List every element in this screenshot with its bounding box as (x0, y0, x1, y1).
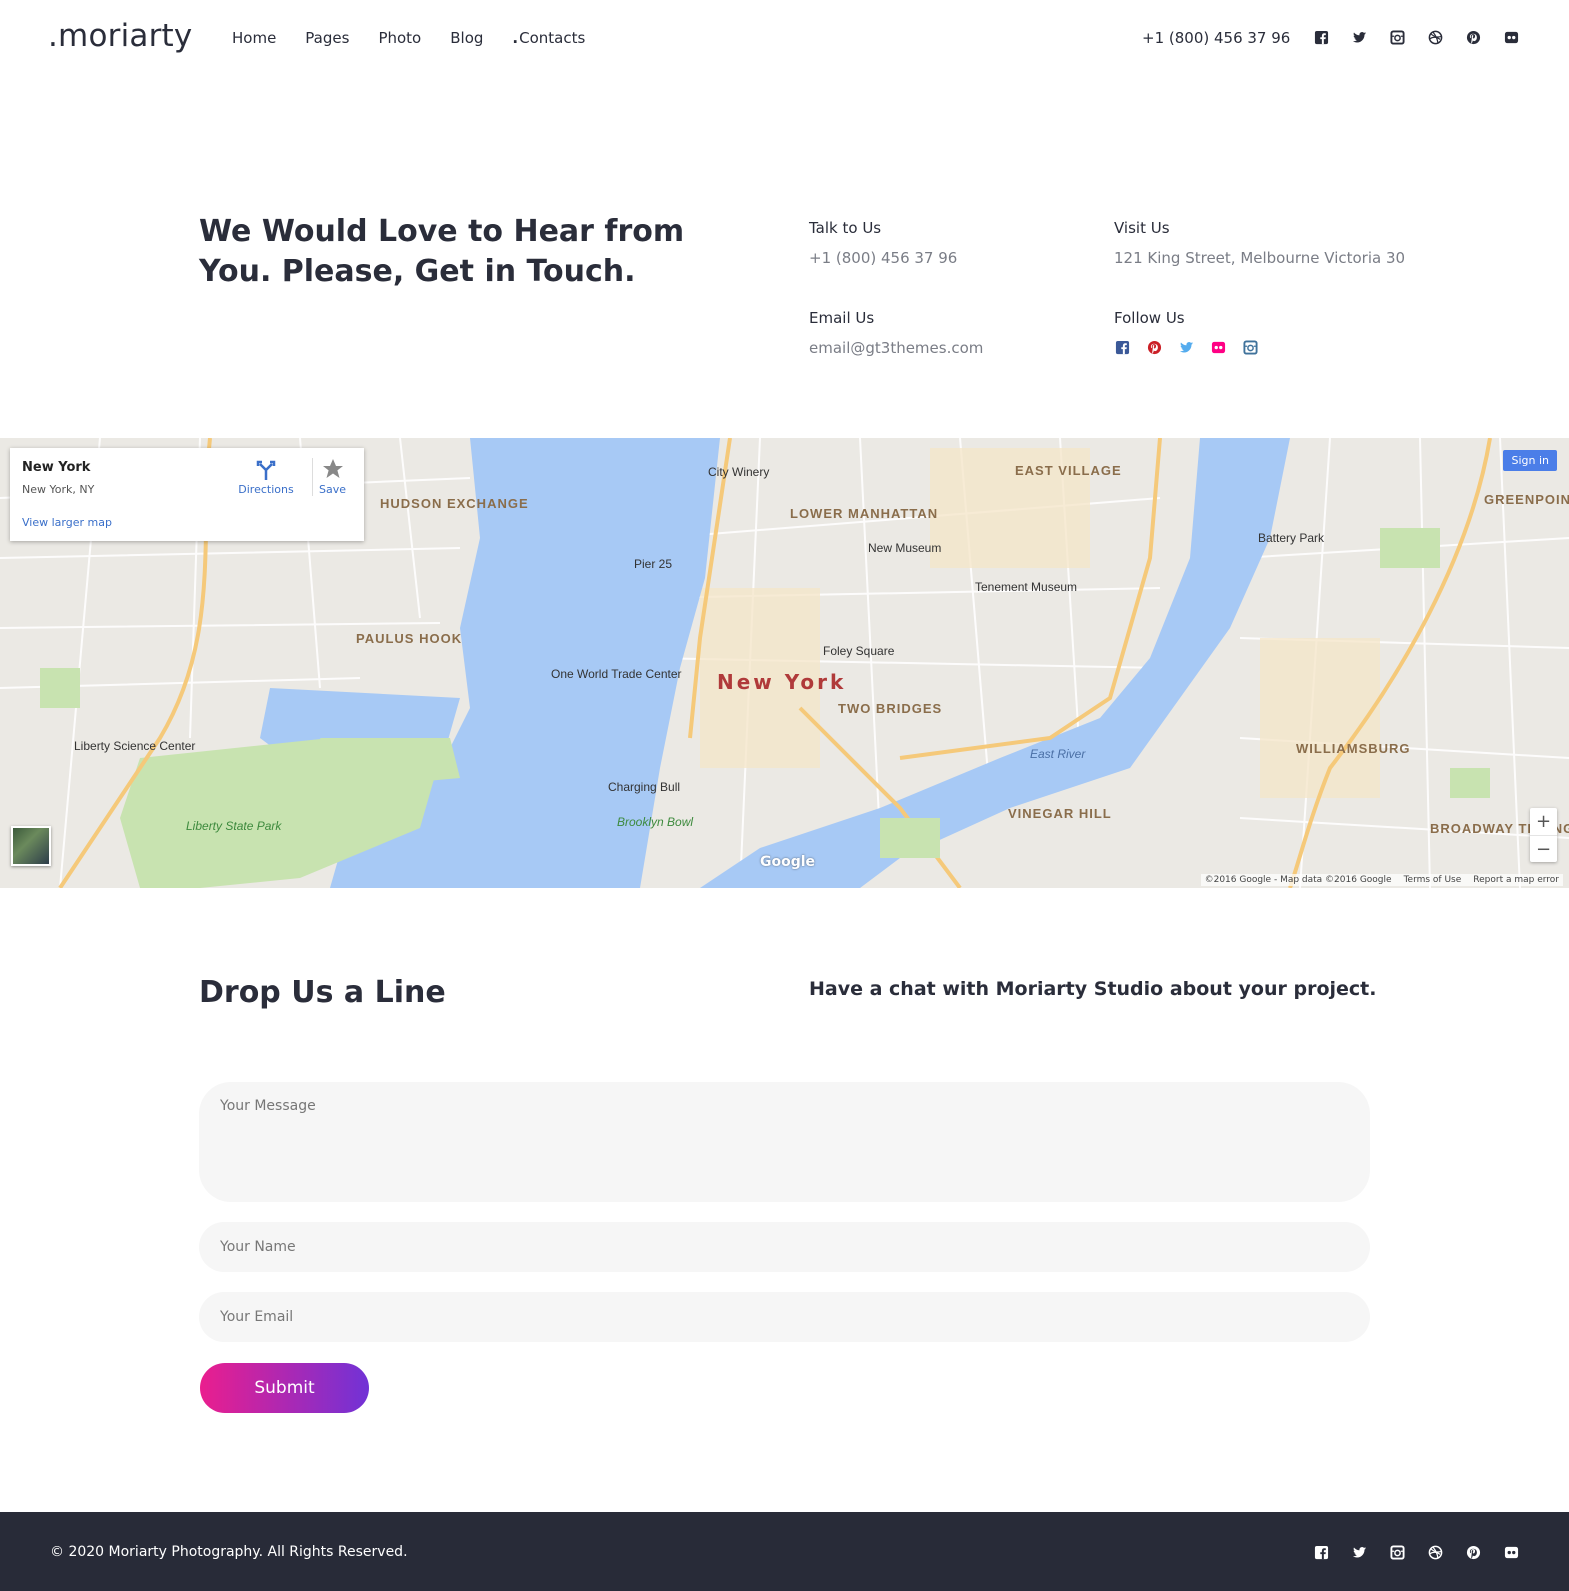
site-logo[interactable]: .moriarty (48, 18, 192, 54)
dribbble-icon[interactable] (1427, 1544, 1443, 1560)
map-poi-brooklyn-bowl: Battery Park (1258, 531, 1325, 545)
map-label-greenpoint: GREENPOINT (1484, 492, 1569, 507)
flickr-icon[interactable] (1503, 29, 1519, 45)
header-phone[interactable]: +1 (800) 456 37 96 (1142, 29, 1290, 47)
map-poi-one-world-trade-center: One World Trade Center (551, 667, 682, 681)
embedded-map[interactable]: EAST VILLAGE LOWER MANHATTAN HUDSON EXCH… (0, 438, 1569, 888)
pinterest-icon[interactable] (1465, 29, 1481, 45)
map-place-name: New York (22, 460, 91, 475)
zoom-in-button[interactable]: + (1530, 808, 1557, 835)
instagram-icon[interactable] (1389, 1544, 1405, 1560)
map-poi-city-winery: City Winery (708, 465, 769, 479)
email-address[interactable]: email@gt3themes.com (809, 339, 983, 357)
map-poi-charging-bull: Charging Bull (608, 780, 680, 794)
email-field[interactable] (199, 1292, 1370, 1342)
zoom-out-button[interactable]: − (1530, 835, 1557, 862)
map-label-hudson-exchange: HUDSON EXCHANGE (380, 496, 529, 511)
site-header: .moriarty Home Pages Photo Blog Contacts… (0, 0, 1569, 78)
map-label-vinegar-hill: VINEGAR HILL (1008, 806, 1112, 821)
map-label-paulus-hook: PAULUS HOOK (356, 631, 462, 646)
map-poi-tenement-museum: Tenement Museum (975, 580, 1077, 594)
dribbble-icon[interactable] (1427, 29, 1443, 45)
nav-photo[interactable]: Photo (378, 29, 421, 47)
report-map-error-link[interactable]: Report a map error (1473, 875, 1559, 885)
nav-contacts[interactable]: Contacts (512, 29, 585, 47)
follow-icons (1114, 339, 1274, 355)
map-poi-foley-square: Foley Square (823, 644, 895, 658)
map-poi-new-museum: New Museum (868, 541, 941, 555)
visit-label: Visit Us (1114, 219, 1170, 237)
map-zoom-controls: + − (1530, 808, 1557, 862)
nav-home[interactable]: Home (232, 29, 276, 47)
site-footer: © 2020 Moriarty Photography. All Rights … (0, 1512, 1569, 1591)
save-label: Save (318, 483, 346, 496)
visit-us-block: Visit Us 121 King Street, Melbourne Vict… (1114, 219, 1405, 267)
map-place-card: New York New York, NY View larger map Di… (10, 448, 364, 541)
pinterest-icon[interactable] (1465, 1544, 1481, 1560)
terms-of-use-link[interactable]: Terms of Use (1404, 875, 1462, 885)
map-copyright: ©2016 Google - Map data ©2016 Google (1204, 875, 1392, 885)
map-place-address: New York, NY (22, 483, 95, 496)
flickr-icon[interactable] (1210, 339, 1226, 355)
email-us-block: Email Us email@gt3themes.com (809, 309, 983, 357)
footer-copyright: © 2020 Moriarty Photography. All Rights … (50, 1544, 408, 1560)
map-label-two-bridges: TWO BRIDGES (838, 701, 942, 716)
email-label: Email Us (809, 309, 875, 327)
facebook-icon[interactable] (1313, 29, 1329, 45)
view-larger-map-link[interactable]: View larger map (22, 516, 112, 529)
intro-title: We Would Love to Hear from You. Please, … (199, 214, 685, 289)
twitter-icon[interactable] (1351, 1544, 1367, 1560)
map-label-east-village: EAST VILLAGE (1015, 463, 1122, 478)
follow-label: Follow Us (1114, 309, 1185, 327)
google-logo: Google (760, 854, 816, 870)
map-sign-in-button[interactable]: Sign in (1503, 450, 1557, 471)
twitter-icon[interactable] (1178, 339, 1194, 355)
directions-icon (256, 460, 276, 480)
satellite-toggle[interactable] (11, 826, 51, 866)
contact-form-title: Drop Us a Line (199, 975, 446, 1010)
twitter-icon[interactable] (1351, 29, 1367, 45)
facebook-icon[interactable] (1313, 1544, 1329, 1560)
map-label-liberty-state-park: Liberty State Park (186, 819, 282, 833)
pinterest-icon[interactable] (1146, 339, 1162, 355)
follow-us-block: Follow Us (1114, 309, 1274, 355)
footer-social-links (1313, 1544, 1541, 1560)
contact-form-subtitle: Have a chat with Moriarty Studio about y… (809, 978, 1377, 1000)
facebook-icon[interactable] (1114, 339, 1130, 355)
map-label-williamsburg: WILLIAMSBURG (1296, 741, 1411, 756)
map-label-lower-manhattan: LOWER MANHATTAN (790, 506, 938, 521)
map-label-battery-park: Brooklyn Bowl (617, 815, 693, 829)
talk-phone[interactable]: +1 (800) 456 37 96 (809, 249, 957, 267)
nav-blog[interactable]: Blog (450, 29, 483, 47)
map-poi-pier-25: Pier 25 (634, 557, 672, 571)
talk-label: Talk to Us (809, 219, 882, 237)
flickr-icon[interactable] (1503, 1544, 1519, 1560)
submit-button[interactable]: Submit (200, 1363, 369, 1413)
map-city-label: New York (717, 670, 847, 694)
nav-pages[interactable]: Pages (305, 29, 349, 47)
map-label-east-river: East River (1030, 747, 1086, 761)
map-attribution: ©2016 Google - Map data ©2016 Google Ter… (1200, 874, 1563, 886)
visit-address: 121 King Street, Melbourne Victoria 30 (1114, 249, 1406, 267)
directions-button[interactable]: Directions (236, 458, 296, 496)
save-button[interactable]: Save (312, 458, 352, 496)
talk-to-us-block: Talk to Us +1 (800) 456 37 96 (809, 219, 957, 267)
main-nav: Home Pages Photo Blog Contacts (232, 29, 614, 47)
instagram-icon[interactable] (1389, 29, 1405, 45)
instagram-icon[interactable] (1242, 339, 1258, 355)
header-social-links (1313, 29, 1541, 45)
star-icon (322, 459, 343, 478)
directions-label: Directions (238, 483, 294, 496)
map-poi-liberty-science-center: Liberty Science Center (74, 739, 195, 753)
message-field[interactable] (199, 1082, 1370, 1202)
name-field[interactable] (199, 1222, 1370, 1272)
